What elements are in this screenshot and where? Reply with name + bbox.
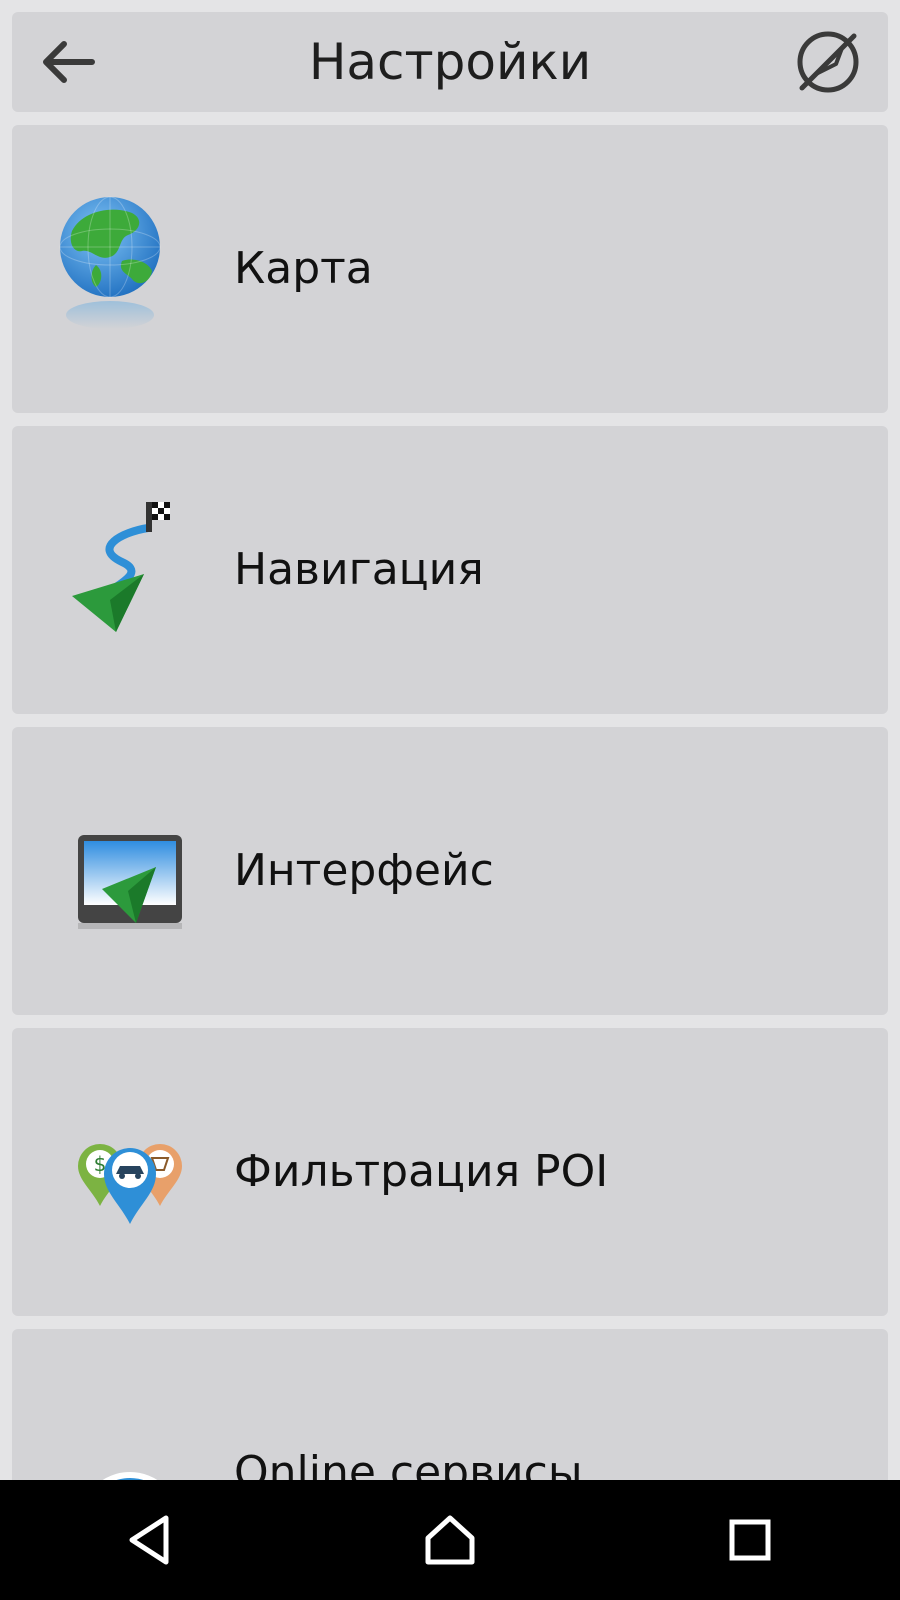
triangle-back-icon — [129, 1515, 169, 1565]
system-back-button[interactable] — [90, 1480, 210, 1600]
settings-item-label: Карта — [234, 243, 373, 294]
system-recents-button[interactable] — [690, 1480, 810, 1600]
settings-item-label: Навигация — [234, 544, 484, 595]
settings-item-label: Интерфейс — [234, 845, 494, 896]
header-bar: Настройки — [12, 12, 888, 112]
route-flag-icon — [72, 502, 170, 632]
page-title: Настройки — [308, 33, 592, 91]
back-button[interactable] — [36, 30, 100, 94]
settings-item-label: Фильтрация POI — [234, 1146, 609, 1197]
compass-button[interactable] — [794, 28, 862, 96]
settings-screen: Настройки Карта Навигация Интерфейс $ Фи… — [0, 0, 900, 1600]
poi-pins-icon: $ — [78, 1144, 182, 1224]
settings-item-poi-filter[interactable]: $ Фильтрация POI — [12, 1028, 888, 1316]
settings-list: Карта Навигация Интерфейс $ Фильтрация P… — [12, 125, 888, 1600]
settings-item-navigation[interactable]: Навигация — [12, 426, 888, 714]
system-nav-bar — [0, 1480, 900, 1600]
system-home-button[interactable] — [390, 1480, 510, 1600]
monitor-arrow-icon — [78, 835, 182, 929]
home-icon — [425, 1515, 475, 1565]
arrow-left-icon — [43, 41, 95, 83]
globe-icon — [59, 196, 161, 329]
settings-item-interface[interactable]: Интерфейс — [12, 727, 888, 1015]
settings-item-map[interactable]: Карта — [12, 125, 888, 413]
square-recents-icon — [729, 1519, 771, 1561]
compass-off-icon — [797, 31, 859, 93]
